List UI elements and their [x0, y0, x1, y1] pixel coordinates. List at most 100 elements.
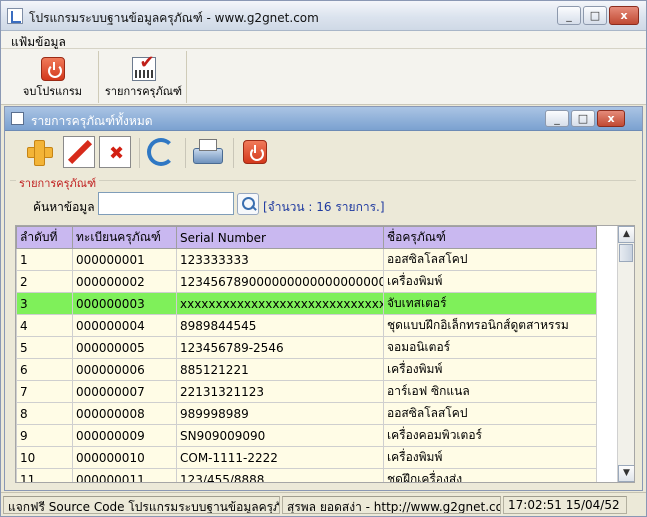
cell-no: 8 — [16, 402, 73, 425]
child-window-icon — [11, 112, 24, 125]
close-button[interactable]: x — [609, 6, 639, 25]
table-row[interactable]: 10 000000010 COM-1111-2222 เครื่องพิมพ์ — [16, 446, 597, 469]
exit-program-button[interactable]: จบโปรแกรม — [7, 51, 99, 103]
table-row[interactable]: 9 000000009 SN909009090 เครื่องคอมพิวเตอร์ — [16, 424, 597, 447]
cell-no: 7 — [16, 380, 73, 403]
cell-registration: 000000006 — [72, 358, 177, 381]
cell-registration: 000000007 — [72, 380, 177, 403]
search-label: ค้นหาข้อมูล — [33, 200, 95, 214]
table-row[interactable]: 2 000000002 12345678900000000000000000000 เ… — [16, 270, 597, 293]
cell-no: 11 — [16, 468, 73, 482]
cell-no: 1 — [16, 248, 73, 271]
table-row[interactable]: 5 000000005 123456789-2546 จอมอนิเตอร์ — [16, 336, 597, 359]
table-row[interactable]: 8 000000008 989998989 ออสซิลโลสโคป — [16, 402, 597, 425]
minimize-button[interactable]: _ — [557, 6, 581, 25]
main-toolbar: จบโปรแกรม รายการครุภัณฑ์ — [1, 49, 646, 105]
cell-registration: 000000011 — [72, 468, 177, 482]
cell-registration: 000000008 — [72, 402, 177, 425]
toolbar-divider — [185, 138, 186, 168]
cell-serial: 123456789-2546 — [176, 336, 384, 359]
search-input[interactable] — [98, 192, 234, 215]
cell-serial: xxxxxxxxxxxxxxxxxxxxxxxxxxxxxxxx — [176, 292, 384, 315]
table-row[interactable]: 1 000000001 123333333 ออสซิลโลสโคป — [16, 248, 597, 271]
column-header-no[interactable]: ลำดับที่ — [16, 226, 73, 249]
equipment-list-label: รายการครุภัณฑ์ — [104, 85, 183, 98]
status-clock: 17:02:51 15/04/52 — [503, 496, 627, 514]
window-title: โปรแกรมระบบฐานข้อมูลครุภัณฑ์ - www.g2gne… — [29, 11, 319, 25]
exit-program-label: จบโปรแกรม — [22, 85, 83, 98]
column-header-serial[interactable]: Serial Number — [176, 226, 384, 249]
table-row[interactable]: 7 000000007 22131321123 อาร์เอฟ ซิกแนล — [16, 380, 597, 403]
cell-no: 2 — [16, 270, 73, 293]
maximize-button[interactable]: □ — [583, 6, 607, 25]
add-record-button[interactable] — [23, 136, 55, 168]
scroll-down-button[interactable]: ▼ — [618, 465, 634, 482]
table-row[interactable]: 6 000000006 885121221 เครื่องพิมพ์ — [16, 358, 597, 381]
title-bar[interactable]: โปรแกรมระบบฐานข้อมูลครุภัณฑ์ - www.g2gne… — [1, 1, 646, 31]
cell-name: ออสซิลโลสโคป — [383, 402, 597, 425]
main-window: โปรแกรมระบบฐานข้อมูลครุภัณฑ์ - www.g2gne… — [0, 0, 647, 517]
scroll-thumb[interactable] — [619, 244, 633, 262]
scroll-up-button[interactable]: ▲ — [618, 226, 634, 243]
search-button[interactable] — [237, 193, 259, 215]
record-count: [จำนวน : 16 รายการ.] — [263, 200, 385, 214]
status-info: แจกฟรี Source Code โปรแกรมระบบฐานข้อมูลค… — [3, 496, 280, 514]
cell-name: อาร์เอฟ ซิกแนล — [383, 380, 597, 403]
cell-no: 6 — [16, 358, 73, 381]
cell-serial: 885121221 — [176, 358, 384, 381]
checklist-icon — [131, 52, 156, 81]
cell-registration: 000000009 — [72, 424, 177, 447]
table-header-row: ลำดับที่ ทะเบียนครุภัณฑ์ Serial Number ช… — [16, 226, 597, 249]
cell-serial: 123333333 — [176, 248, 384, 271]
cell-registration: 000000005 — [72, 336, 177, 359]
cell-name: เครื่องคอมพิวเตอร์ — [383, 424, 597, 447]
table-row[interactable]: 3000000003xxxxxxxxxxxxxxxxxxxxxxxxxxxxxx… — [16, 292, 597, 315]
child-maximize-button[interactable]: □ — [571, 110, 595, 127]
child-minimize-button[interactable]: _ — [545, 110, 569, 127]
cell-no: 10 — [16, 446, 73, 469]
equipment-list-button[interactable]: รายการครุภัณฑ์ — [101, 51, 187, 103]
app-icon — [7, 8, 23, 24]
cell-no: 4 — [16, 314, 73, 337]
cell-serial: 8989844545 — [176, 314, 384, 337]
cell-no: 9 — [16, 424, 73, 447]
cell-name: จอมอนิเตอร์ — [383, 336, 597, 359]
toolbar-divider — [233, 138, 234, 168]
delete-record-button[interactable] — [99, 136, 131, 168]
cell-registration: 000000003 — [72, 292, 177, 315]
cell-registration: 000000010 — [72, 446, 177, 469]
edit-record-button[interactable] — [63, 136, 95, 168]
cell-serial: SN909009090 — [176, 424, 384, 447]
equipment-grid[interactable]: ลำดับที่ ทะเบียนครุภัณฑ์ Serial Number ช… — [15, 225, 635, 483]
cell-registration: 000000002 — [72, 270, 177, 293]
column-header-registration[interactable]: ทะเบียนครุภัณฑ์ — [72, 226, 177, 249]
print-button[interactable] — [191, 136, 223, 168]
refresh-button[interactable] — [147, 138, 175, 166]
cell-name: จับเทสเตอร์ — [383, 292, 597, 315]
cell-name: เครื่องพิมพ์ — [383, 358, 597, 381]
cell-name: เครื่องพิมพ์ — [383, 446, 597, 469]
cell-serial: COM-1111-2222 — [176, 446, 384, 469]
power-icon — [40, 57, 65, 81]
close-window-button[interactable] — [243, 140, 267, 164]
toolbar-divider — [139, 138, 140, 168]
equipment-group: รายการครุภัณฑ์ ค้นหาข้อมูล [จำนวน : 16 ร… — [10, 174, 636, 224]
vertical-scrollbar[interactable]: ▲ ▼ — [617, 226, 634, 482]
cell-no: 5 — [16, 336, 73, 359]
table-row[interactable]: 4 000000004 8989844545 ชุดแบบฝึกอิเล็กทรอนิ… — [16, 314, 597, 337]
record-toolbar — [5, 132, 642, 174]
column-header-name[interactable]: ชื่อครุภัณฑ์ — [383, 226, 597, 249]
cell-serial: 123/455/8888 — [176, 468, 384, 482]
cell-serial: 22131321123 — [176, 380, 384, 403]
menu-bar: แฟ้มข้อมูล — [1, 31, 646, 49]
child-close-button[interactable]: x — [597, 110, 625, 127]
child-window-title: รายการครุภัณฑ์ทั้งหมด — [31, 114, 153, 128]
table-row[interactable]: 11 000000011 123/455/8888 ชุดฝึกเครื่องส่ง — [16, 468, 597, 482]
equipment-table: ลำดับที่ ทะเบียนครุภัณฑ์ Serial Number ช… — [16, 226, 597, 482]
status-bar: แจกฟรี Source Code โปรแกรมระบบฐานข้อมูลค… — [1, 492, 646, 516]
status-author: สุรพล ยอดสง่า - http://www.g2gnet.com — [282, 496, 501, 514]
cell-name: ชุดแบบฝึกอิเล็กทรอนิกส์ดูตสาหรรม — [383, 314, 597, 337]
cell-name: ออสซิลโลสโคป — [383, 248, 597, 271]
cell-serial: 12345678900000000000000000000 — [176, 270, 384, 293]
child-title-bar[interactable]: รายการครุภัณฑ์ทั้งหมด _ □ x — [5, 107, 642, 131]
